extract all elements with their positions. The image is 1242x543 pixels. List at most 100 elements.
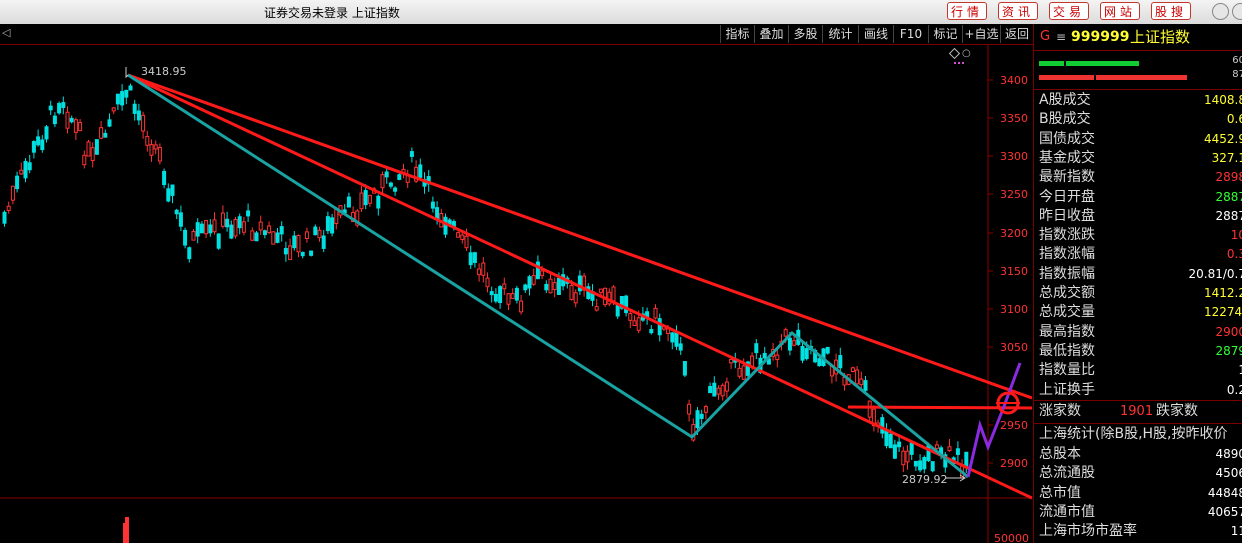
candle [472,252,477,263]
maximize-icon[interactable] [1232,3,1242,20]
toolbar-draw-line-button[interactable]: 画线 [858,25,893,43]
stat-row: 指数振幅 20.81/0.7 [1034,265,1242,284]
toolbar-back-button[interactable]: 返回 [1000,25,1033,43]
candle [246,210,251,217]
quote-sidebar: G ≡ 999999 上证指数 60 87 A股成交 1408.8 B股成交 0.6 国… [1033,24,1242,543]
toolbar-indicator-button[interactable]: 指标 [720,25,754,43]
diamond-icon[interactable] [948,47,961,60]
candle [955,448,960,455]
minimize-icon[interactable] [1212,3,1229,20]
volume-axis-tick: 50000 [994,532,1029,543]
nav-button-news[interactable]: 资讯 [998,2,1038,20]
stat-label: A股成交 [1039,92,1091,108]
candle [712,382,717,397]
candle [636,317,641,331]
stat-label: 指数振幅 [1039,265,1095,282]
nav-button-quotes[interactable]: 行情 [947,2,987,20]
toolbar-multi-stock-button[interactable]: 多股 [788,25,822,43]
candle [69,117,74,123]
candlestick-series [2,83,969,479]
market-stat-label: 总流通股 [1039,465,1095,482]
candle [141,114,146,132]
candle [6,205,11,211]
candle [40,139,45,151]
candle [498,286,503,304]
stat-row: A股成交 1408.8 [1034,91,1242,110]
candle [687,403,692,415]
candle [178,212,183,227]
stat-value: 2898 [1215,170,1242,185]
candle [741,365,746,380]
toolbar-add-watchlist-button[interactable]: +自选 [962,25,1000,43]
candle [897,441,902,448]
candle [195,222,200,237]
stat-row: 国债成交 4452.9 [1034,130,1242,149]
candle [649,329,654,334]
candle [682,361,687,376]
candle [145,135,150,146]
collapse-arrow-icon[interactable]: ◁ [2,26,10,39]
market-stat-row: 总市值 44848 [1034,484,1242,503]
candle [262,230,267,236]
toolbar-overlay-button[interactable]: 叠加 [754,25,788,43]
candle [82,154,87,166]
toolbar-mark-button[interactable]: 标记 [928,25,962,43]
nav-button-stock-search[interactable]: 股搜 [1151,2,1191,20]
candle [48,105,53,111]
price-axis-tick: 3300 [1000,150,1028,163]
high-price-label: 3418.95 [141,65,187,78]
chart-corner-icons[interactable]: ○ [948,47,971,64]
candle [36,136,41,146]
candle [569,285,574,300]
candle [699,413,704,419]
candle [850,367,855,372]
candle [527,276,532,289]
rise-count-value: 1901 [1120,404,1154,419]
candle [388,182,393,187]
candle [930,461,935,472]
nav-button-trade[interactable]: 交易 [1049,2,1089,20]
candle [279,226,284,235]
menu-icon[interactable]: ≡ [1056,25,1066,49]
price-axis-tick: 3200 [1000,227,1028,240]
candle [359,192,364,210]
chart-option-dots-icon[interactable]: ○ [962,48,971,59]
kline-chart[interactable]: 3400 3350 3300 3250 3200 3150 3100 3050 2950 2900… [0,45,1032,543]
candle [271,231,276,245]
candle [481,262,486,276]
stat-value: 1408.8 [1204,93,1242,107]
candle [321,235,326,249]
candle [909,441,914,455]
toolbar-f10-button[interactable]: F10 [893,25,928,43]
index-name: 上证指数 [1130,28,1191,46]
stat-row: 指数涨跌 10 [1034,226,1242,245]
candle [288,245,293,260]
nav-button-website[interactable]: 网站 [1100,2,1140,20]
candle [157,146,162,162]
candle [556,277,561,296]
candle [208,224,213,234]
group-marker: G [1040,29,1051,44]
stat-value: 327.1 [1211,150,1242,165]
candle [535,261,540,280]
candle [456,232,461,238]
toolbar-statistics-button[interactable]: 统计 [822,25,858,43]
candle [724,381,729,392]
candle [183,229,188,246]
candle [489,291,494,296]
candle [334,209,339,224]
stat-label: 总成交额 [1039,285,1095,301]
candle [149,144,154,156]
candle [254,232,259,242]
volume-bar [125,517,129,543]
stat-label: 指数量比 [1039,362,1095,379]
green-strength-bar [1039,61,1064,66]
market-stat-row: 总流通股 4506 [1034,464,1242,483]
candle [775,354,780,361]
low-marker: 2879.92 [902,473,966,486]
candle [86,141,91,157]
candle [443,216,448,235]
stat-value: 2900 [1215,324,1242,339]
sidebar-header: G ≡ 999999 上证指数 [1034,25,1242,49]
stat-label: 昨日收盘 [1039,207,1095,224]
